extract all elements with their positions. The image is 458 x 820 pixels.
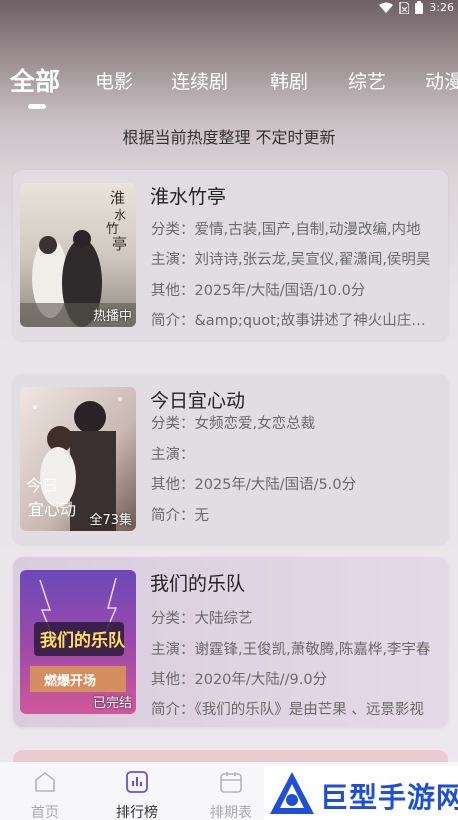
battery-icon — [415, 1, 424, 14]
status-badge: 全73集 — [89, 513, 132, 528]
watermark: 巨型手游网 — [264, 766, 458, 820]
status-bar: 3:26 — [0, 0, 458, 18]
svg-text:亭: 亭 — [112, 235, 127, 253]
nav-home-label: 首页 — [31, 805, 59, 820]
ranking-card[interactable]: 我们的乐队 燃爆开场 已完结 我们的乐队 分类：大陆综艺 主演：谢霆锋,王俊凯,… — [13, 557, 448, 727]
active-tab-indicator — [28, 104, 46, 109]
card-title: 我们的乐队 — [150, 573, 246, 595]
ranking-card[interactable]: 淮 水 竹 亭 热播中 淮水竹亭 分类：爱情,古装,国产,自制,动漫改编,内地 … — [13, 170, 448, 340]
poster-image: 今日 宜心动 全73集 — [20, 387, 136, 531]
svg-text:宜心动: 宜心动 — [28, 500, 76, 519]
svg-text:燃爆开场: 燃爆开场 — [44, 673, 96, 689]
tab-korean[interactable]: 韩剧 — [270, 62, 308, 102]
card-title: 淮水竹亭 — [150, 186, 227, 208]
watermark-text: 巨型手游网 — [320, 781, 458, 814]
tab-movie[interactable]: 电影 — [95, 62, 133, 102]
svg-text:淮: 淮 — [110, 189, 125, 207]
poster-image: 我们的乐队 燃爆开场 已完结 — [20, 570, 136, 714]
svg-text:水: 水 — [114, 208, 126, 222]
tab-all[interactable]: 全部 — [10, 62, 60, 102]
card-category: 分类：女频恋爱,女恋总裁 — [151, 416, 316, 432]
status-badge: 已完结 — [92, 696, 132, 711]
status-badge: 热播中 — [92, 309, 132, 324]
svg-text:我们的乐队: 我们的乐队 — [40, 630, 126, 651]
card-cast: 主演：谢霆锋,王俊凯,萧敬腾,陈嘉桦,李宇春 — [151, 642, 431, 658]
card-intro: 简介：&amp;quot;故事讲述了神火山庄少庄主 — [151, 313, 436, 329]
no-sim-icon — [399, 1, 410, 14]
nav-schedule-label: 排期表 — [210, 805, 252, 820]
calendar-icon — [220, 772, 242, 793]
chart-icon — [126, 771, 148, 793]
nav-ranking-label: 排行榜 — [116, 805, 158, 820]
wifi-icon — [379, 2, 394, 13]
card-title: 今日宜心动 — [150, 390, 246, 412]
card-category: 分类：大陆综艺 — [151, 611, 253, 627]
card-category: 分类：爱情,古装,国产,自制,动漫改编,内地 — [151, 222, 421, 238]
tab-series[interactable]: 连续剧 — [171, 62, 228, 102]
ranking-card[interactable]: 今日 宜心动 全73集 今日宜心动 分类：女频恋爱,女恋总裁 主演： 其他：20… — [13, 374, 448, 544]
home-icon — [35, 772, 55, 792]
category-tabs: 全部 电影 连续剧 韩剧 综艺 动漫 — [0, 62, 458, 110]
tab-anime[interactable]: 动漫 — [425, 62, 458, 102]
watermark-logo-icon — [270, 772, 314, 814]
card-other: 其他：2020年/大陆//9.0分 — [151, 672, 328, 688]
svg-text:今日: 今日 — [26, 476, 58, 495]
card-other: 其他：2025年/大陆/国语/5.0分 — [151, 477, 357, 493]
card-intro: 简介：《我们的乐队》是由芒果 、远景影视 — [151, 702, 424, 718]
card-cast: 主演：刘诗诗,张云龙,吴宣仪,翟潇闻,侯明昊 — [151, 252, 431, 268]
poster-image: 淮 水 竹 亭 热播中 — [20, 183, 136, 327]
tab-variety[interactable]: 综艺 — [348, 62, 386, 102]
card-cast: 主演： — [151, 447, 195, 463]
card-intro: 简介：无 — [151, 508, 209, 524]
card-other: 其他：2025年/大陆/国语/10.0分 — [151, 283, 366, 299]
status-time: 3:26 — [429, 1, 454, 14]
ranking-subtitle: 根据当前热度整理 不定时更新 — [122, 128, 336, 147]
